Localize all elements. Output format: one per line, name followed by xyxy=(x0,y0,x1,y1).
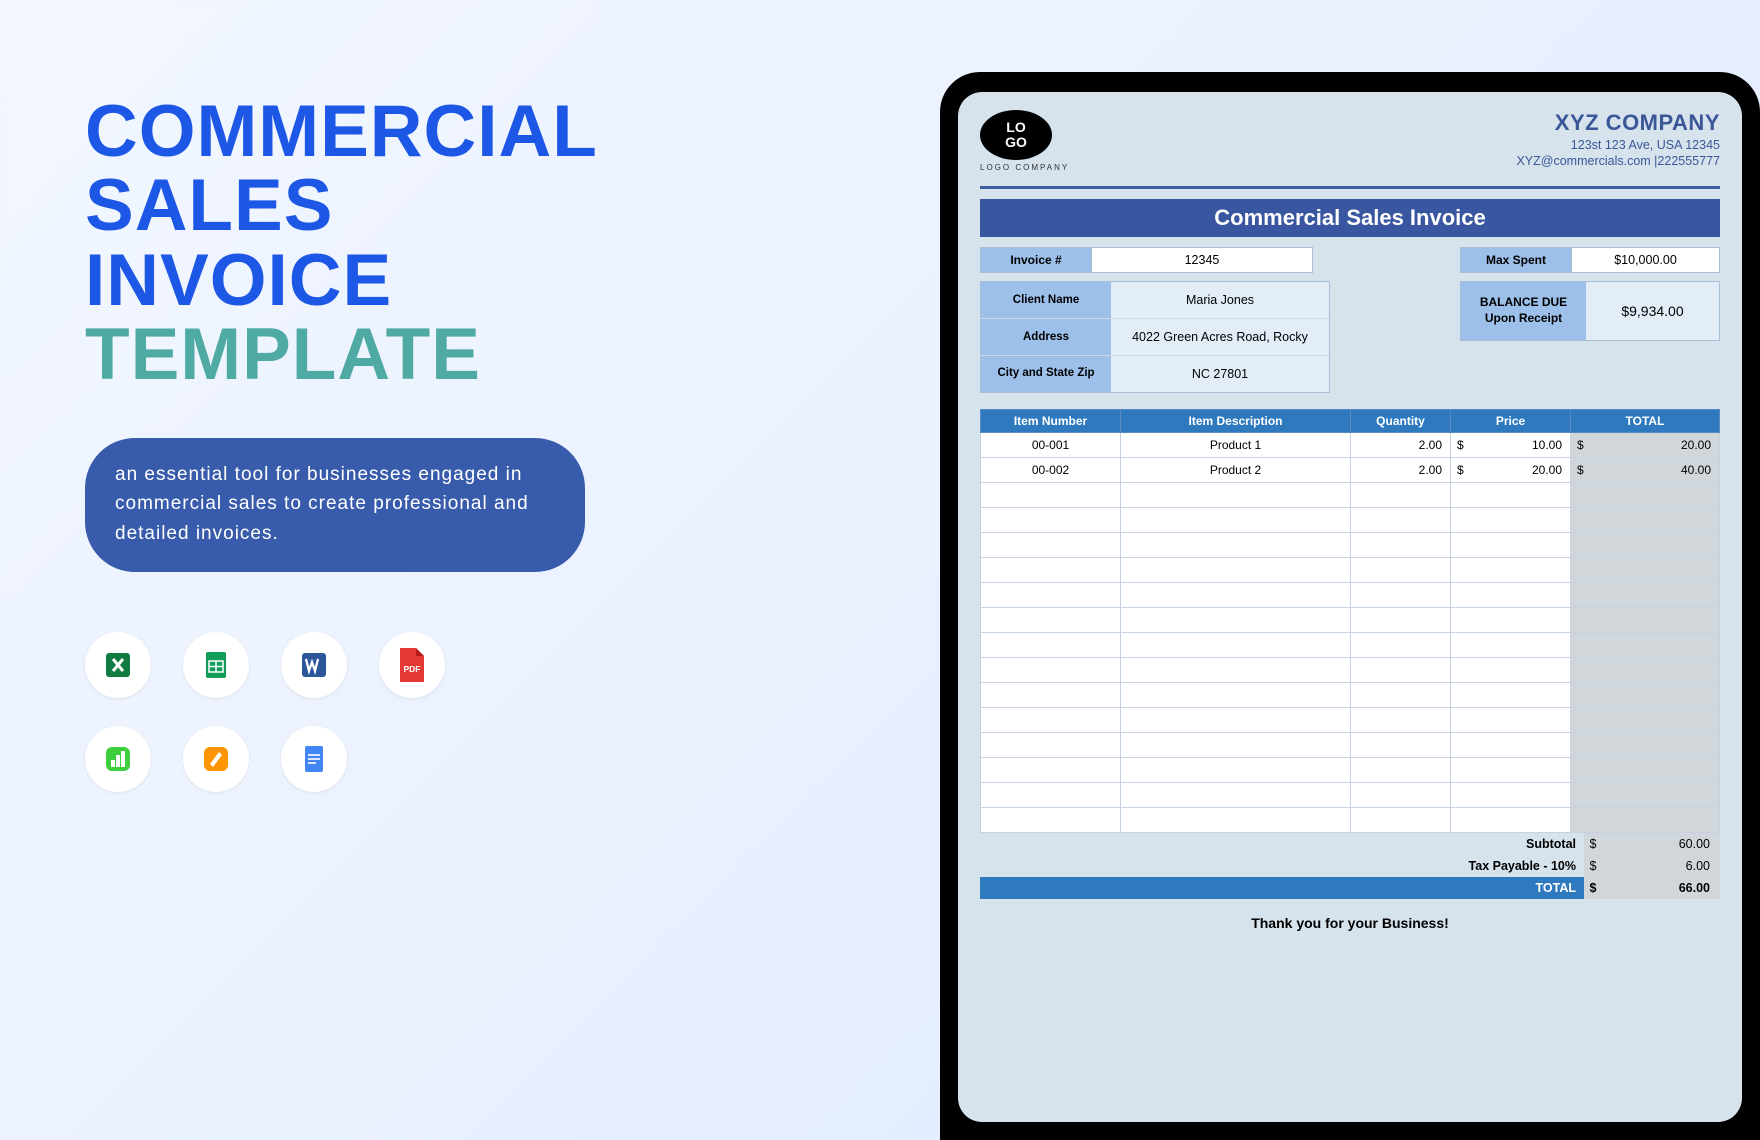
tax-label: Tax Payable - 10% xyxy=(980,855,1584,877)
client-name-label: Client Name xyxy=(981,282,1111,318)
table-row xyxy=(981,483,1720,508)
invoice-no-label: Invoice # xyxy=(980,247,1092,273)
items-table: Item Number Item Description Quantity Pr… xyxy=(980,409,1720,833)
table-row: 00-002Product 22.00$20.00$40.00 xyxy=(981,458,1720,483)
table-row xyxy=(981,808,1720,833)
numbers-icon[interactable] xyxy=(85,726,151,792)
th-total: TOTAL xyxy=(1571,410,1720,433)
thanks-text: Thank you for your Business! xyxy=(980,915,1720,931)
company-block: XYZ COMPANY 123st 123 Ave, USA 12345 XYZ… xyxy=(1516,110,1720,168)
th-price: Price xyxy=(1451,410,1571,433)
city-zip-label: City and State Zip xyxy=(981,356,1111,392)
th-qty: Quantity xyxy=(1351,410,1451,433)
table-row xyxy=(981,708,1720,733)
balance-due-value: $9,934.00 xyxy=(1586,282,1719,340)
total-value: 66.00 xyxy=(1602,877,1720,899)
sheets-icon[interactable] xyxy=(183,632,249,698)
invoice-no-value: 12345 xyxy=(1092,247,1313,273)
table-row xyxy=(981,608,1720,633)
table-row xyxy=(981,583,1720,608)
table-row xyxy=(981,558,1720,583)
table-row xyxy=(981,758,1720,783)
tablet-screen: LO GO LOGO COMPANY XYZ COMPANY 123st 123… xyxy=(958,92,1742,1122)
th-item-number: Item Number xyxy=(981,410,1121,433)
format-icons-row-1: PDF xyxy=(85,632,645,698)
description-pill: an essential tool for businesses engaged… xyxy=(85,438,585,572)
total-label: TOTAL xyxy=(980,877,1584,899)
title-line-2: SALES xyxy=(85,169,645,243)
tax-value: 6.00 xyxy=(1602,855,1720,877)
logo-icon: LO GO xyxy=(980,110,1052,160)
tablet-device: LO GO LOGO COMPANY XYZ COMPANY 123st 123… xyxy=(940,72,1760,1140)
table-row xyxy=(981,533,1720,558)
docs-icon[interactable] xyxy=(281,726,347,792)
client-name-value: Maria Jones xyxy=(1111,282,1329,318)
format-icons-row-2 xyxy=(85,726,645,792)
table-row xyxy=(981,658,1720,683)
subtotal-value: 60.00 xyxy=(1602,833,1720,855)
title-teal: TEMPLATE xyxy=(85,318,645,392)
pdf-icon[interactable]: PDF xyxy=(379,632,445,698)
company-contact: XYZ@commercials.com |222555777 xyxy=(1516,154,1720,168)
svg-text:PDF: PDF xyxy=(404,664,421,674)
subtotal-label: Subtotal xyxy=(980,833,1584,855)
table-row xyxy=(981,783,1720,808)
logo: LO GO LOGO COMPANY xyxy=(980,110,1069,172)
city-zip-value: NC 27801 xyxy=(1111,356,1329,392)
th-item-desc: Item Description xyxy=(1121,410,1351,433)
logo-subtext: LOGO COMPANY xyxy=(980,163,1069,172)
max-spent-value: $10,000.00 xyxy=(1572,247,1720,273)
company-address: 123st 123 Ave, USA 12345 xyxy=(1516,138,1720,152)
title-line-3: INVOICE xyxy=(85,244,645,318)
invoice-title-bar: Commercial Sales Invoice xyxy=(980,199,1720,237)
divider xyxy=(980,186,1720,189)
promo-panel: COMMERCIAL SALES INVOICE TEMPLATE an ess… xyxy=(85,95,645,792)
totals-block: Subtotal $ 60.00 Tax Payable - 10% $ 6.0… xyxy=(980,833,1720,899)
company-name: XYZ COMPANY xyxy=(1516,110,1720,136)
address-label: Address xyxy=(981,319,1111,355)
max-spent-label: Max Spent xyxy=(1460,247,1572,273)
table-row xyxy=(981,733,1720,758)
excel-icon[interactable] xyxy=(85,632,151,698)
table-row xyxy=(981,508,1720,533)
pages-icon[interactable] xyxy=(183,726,249,792)
word-icon[interactable] xyxy=(281,632,347,698)
table-row xyxy=(981,633,1720,658)
balance-due-label: BALANCE DUE Upon Receipt xyxy=(1461,282,1586,340)
table-row: 00-001Product 12.00$10.00$20.00 xyxy=(981,433,1720,458)
table-row xyxy=(981,683,1720,708)
address-value: 4022 Green Acres Road, Rocky xyxy=(1111,319,1329,355)
title-line-1: COMMERCIAL xyxy=(85,95,645,169)
